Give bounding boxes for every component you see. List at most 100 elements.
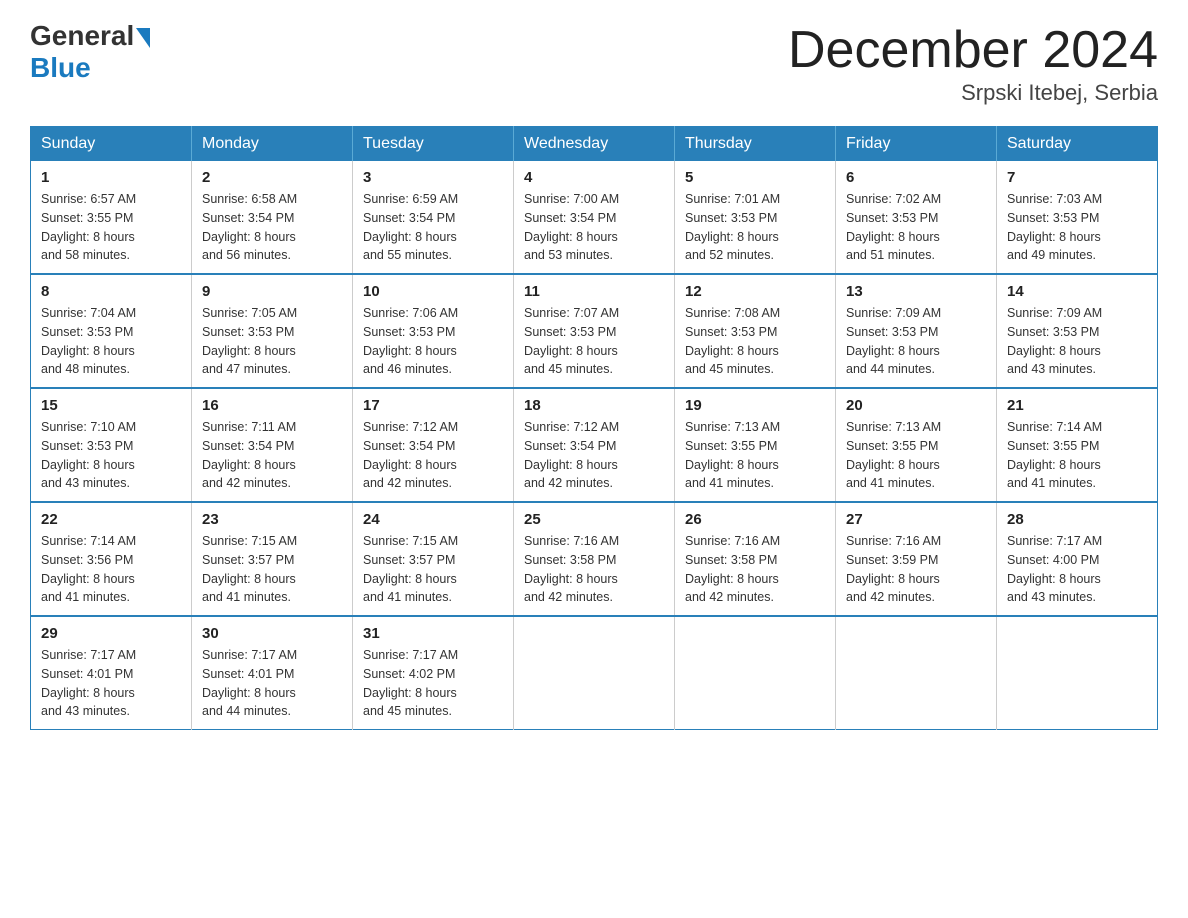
day-info: Sunrise: 7:06 AM Sunset: 3:53 PM Dayligh…: [363, 304, 503, 379]
day-number: 15: [41, 397, 181, 414]
day-number: 3: [363, 169, 503, 186]
calendar-day-cell: 1 Sunrise: 6:57 AM Sunset: 3:55 PM Daylig…: [31, 161, 192, 274]
day-number: 13: [846, 283, 986, 300]
day-info: Sunrise: 7:17 AM Sunset: 4:01 PM Dayligh…: [41, 646, 181, 721]
calendar-day-cell: 30Sunrise: 7:17 AM Sunset: 4:01 PM Dayli…: [192, 616, 353, 730]
calendar-subtitle: Srpski Itebej, Serbia: [788, 80, 1158, 106]
day-number: 19: [685, 397, 825, 414]
day-info: Sunrise: 7:10 AM Sunset: 3:53 PM Dayligh…: [41, 418, 181, 493]
page-header: General Blue December 2024 Srpski Itebej…: [30, 20, 1158, 106]
calendar-day-header: Wednesday: [514, 127, 675, 162]
calendar-day-cell: 22Sunrise: 7:14 AM Sunset: 3:56 PM Dayli…: [31, 502, 192, 616]
calendar-day-cell: 17 Sunrise: 7:12 AM Sunset: 3:54 PM Dayli…: [353, 388, 514, 502]
logo-blue-text: Blue: [30, 52, 91, 84]
calendar-day-cell: 29 Sunrise: 7:17 AM Sunset: 4:01 PM Dayli…: [31, 616, 192, 730]
day-info: Sunrise: 7:08 AM Sunset: 3:53 PM Dayligh…: [685, 304, 825, 379]
calendar-day-cell: 25Sunrise: 7:16 AM Sunset: 3:58 PM Dayli…: [514, 502, 675, 616]
logo: General Blue: [30, 20, 150, 84]
day-info: Sunrise: 7:02 AM Sunset: 3:53 PM Dayligh…: [846, 190, 986, 265]
calendar-day-header: Monday: [192, 127, 353, 162]
day-number: 26: [685, 511, 825, 528]
calendar-day-cell: [997, 616, 1158, 730]
calendar-day-cell: 2 Sunrise: 6:58 AM Sunset: 3:54 PM Daylig…: [192, 161, 353, 274]
day-number: 17: [363, 397, 503, 414]
calendar-day-cell: [675, 616, 836, 730]
day-number: 5: [685, 169, 825, 186]
calendar-header-row: SundayMondayTuesdayWednesdayThursdayFrid…: [31, 127, 1158, 162]
calendar-day-header: Tuesday: [353, 127, 514, 162]
calendar-day-cell: 31 Sunrise: 7:17 AM Sunset: 4:02 PM Dayli…: [353, 616, 514, 730]
day-info: Sunrise: 7:11 AM Sunset: 3:54 PM Dayligh…: [202, 418, 342, 493]
day-number: 23: [202, 511, 342, 528]
day-info: Sunrise: 7:16 AM Sunset: 3:59 PM Dayligh…: [846, 532, 986, 607]
calendar-title-block: December 2024 Srpski Itebej, Serbia: [788, 20, 1158, 106]
day-number: 31: [363, 625, 503, 642]
day-number: 12: [685, 283, 825, 300]
day-number: 21: [1007, 397, 1147, 414]
day-number: 22: [41, 511, 181, 528]
calendar-day-cell: 5 Sunrise: 7:01 AM Sunset: 3:53 PM Daylig…: [675, 161, 836, 274]
calendar-week-row: 15 Sunrise: 7:10 AM Sunset: 3:53 PM Dayli…: [31, 388, 1158, 502]
calendar-body: 1 Sunrise: 6:57 AM Sunset: 3:55 PM Daylig…: [31, 161, 1158, 730]
day-info: Sunrise: 7:04 AM Sunset: 3:53 PM Dayligh…: [41, 304, 181, 379]
calendar-day-cell: 16 Sunrise: 7:11 AM Sunset: 3:54 PM Dayli…: [192, 388, 353, 502]
calendar-day-cell: 11Sunrise: 7:07 AM Sunset: 3:53 PM Dayli…: [514, 274, 675, 388]
day-info: Sunrise: 7:03 AM Sunset: 3:53 PM Dayligh…: [1007, 190, 1147, 265]
day-number: 29: [41, 625, 181, 642]
day-number: 6: [846, 169, 986, 186]
day-info: Sunrise: 7:17 AM Sunset: 4:00 PM Dayligh…: [1007, 532, 1147, 607]
day-info: Sunrise: 7:12 AM Sunset: 3:54 PM Dayligh…: [363, 418, 503, 493]
day-info: Sunrise: 7:17 AM Sunset: 4:02 PM Dayligh…: [363, 646, 503, 721]
calendar-day-cell: [836, 616, 997, 730]
day-info: Sunrise: 7:05 AM Sunset: 3:53 PM Dayligh…: [202, 304, 342, 379]
calendar-day-cell: 10 Sunrise: 7:06 AM Sunset: 3:53 PM Dayli…: [353, 274, 514, 388]
day-info: Sunrise: 7:15 AM Sunset: 3:57 PM Dayligh…: [202, 532, 342, 607]
day-number: 18: [524, 397, 664, 414]
day-number: 20: [846, 397, 986, 414]
day-info: Sunrise: 7:00 AM Sunset: 3:54 PM Dayligh…: [524, 190, 664, 265]
day-number: 10: [363, 283, 503, 300]
day-info: Sunrise: 7:09 AM Sunset: 3:53 PM Dayligh…: [846, 304, 986, 379]
calendar-week-row: 29 Sunrise: 7:17 AM Sunset: 4:01 PM Dayli…: [31, 616, 1158, 730]
calendar-day-header: Thursday: [675, 127, 836, 162]
calendar-day-header: Friday: [836, 127, 997, 162]
day-info: Sunrise: 7:13 AM Sunset: 3:55 PM Dayligh…: [685, 418, 825, 493]
day-info: Sunrise: 6:59 AM Sunset: 3:54 PM Dayligh…: [363, 190, 503, 265]
calendar-day-cell: 19 Sunrise: 7:13 AM Sunset: 3:55 PM Dayli…: [675, 388, 836, 502]
logo-arrow-icon: [136, 28, 150, 48]
calendar-day-cell: 8Sunrise: 7:04 AM Sunset: 3:53 PM Daylig…: [31, 274, 192, 388]
calendar-day-header: Sunday: [31, 127, 192, 162]
day-info: Sunrise: 7:16 AM Sunset: 3:58 PM Dayligh…: [524, 532, 664, 607]
day-number: 16: [202, 397, 342, 414]
calendar-week-row: 1 Sunrise: 6:57 AM Sunset: 3:55 PM Daylig…: [31, 161, 1158, 274]
day-number: 14: [1007, 283, 1147, 300]
day-number: 9: [202, 283, 342, 300]
calendar-day-cell: 14 Sunrise: 7:09 AM Sunset: 3:53 PM Dayli…: [997, 274, 1158, 388]
calendar-day-cell: 28 Sunrise: 7:17 AM Sunset: 4:00 PM Dayli…: [997, 502, 1158, 616]
calendar-day-cell: 26 Sunrise: 7:16 AM Sunset: 3:58 PM Dayli…: [675, 502, 836, 616]
day-number: 4: [524, 169, 664, 186]
calendar-day-cell: 3 Sunrise: 6:59 AM Sunset: 3:54 PM Daylig…: [353, 161, 514, 274]
calendar-day-cell: 27Sunrise: 7:16 AM Sunset: 3:59 PM Dayli…: [836, 502, 997, 616]
day-info: Sunrise: 7:01 AM Sunset: 3:53 PM Dayligh…: [685, 190, 825, 265]
calendar-day-cell: 12 Sunrise: 7:08 AM Sunset: 3:53 PM Dayli…: [675, 274, 836, 388]
day-info: Sunrise: 6:57 AM Sunset: 3:55 PM Dayligh…: [41, 190, 181, 265]
calendar-table: SundayMondayTuesdayWednesdayThursdayFrid…: [30, 126, 1158, 730]
calendar-day-cell: 7Sunrise: 7:03 AM Sunset: 3:53 PM Daylig…: [997, 161, 1158, 274]
day-info: Sunrise: 7:09 AM Sunset: 3:53 PM Dayligh…: [1007, 304, 1147, 379]
calendar-day-cell: 4 Sunrise: 7:00 AM Sunset: 3:54 PM Daylig…: [514, 161, 675, 274]
day-info: Sunrise: 7:16 AM Sunset: 3:58 PM Dayligh…: [685, 532, 825, 607]
calendar-day-cell: [514, 616, 675, 730]
day-info: Sunrise: 7:12 AM Sunset: 3:54 PM Dayligh…: [524, 418, 664, 493]
day-number: 28: [1007, 511, 1147, 528]
calendar-day-cell: 6 Sunrise: 7:02 AM Sunset: 3:53 PM Daylig…: [836, 161, 997, 274]
day-number: 1: [41, 169, 181, 186]
calendar-day-cell: 15 Sunrise: 7:10 AM Sunset: 3:53 PM Dayli…: [31, 388, 192, 502]
logo-general-text: General: [30, 20, 134, 52]
day-info: Sunrise: 7:15 AM Sunset: 3:57 PM Dayligh…: [363, 532, 503, 607]
day-number: 24: [363, 511, 503, 528]
day-info: Sunrise: 7:07 AM Sunset: 3:53 PM Dayligh…: [524, 304, 664, 379]
calendar-day-cell: 18 Sunrise: 7:12 AM Sunset: 3:54 PM Dayli…: [514, 388, 675, 502]
day-info: Sunrise: 6:58 AM Sunset: 3:54 PM Dayligh…: [202, 190, 342, 265]
day-number: 2: [202, 169, 342, 186]
